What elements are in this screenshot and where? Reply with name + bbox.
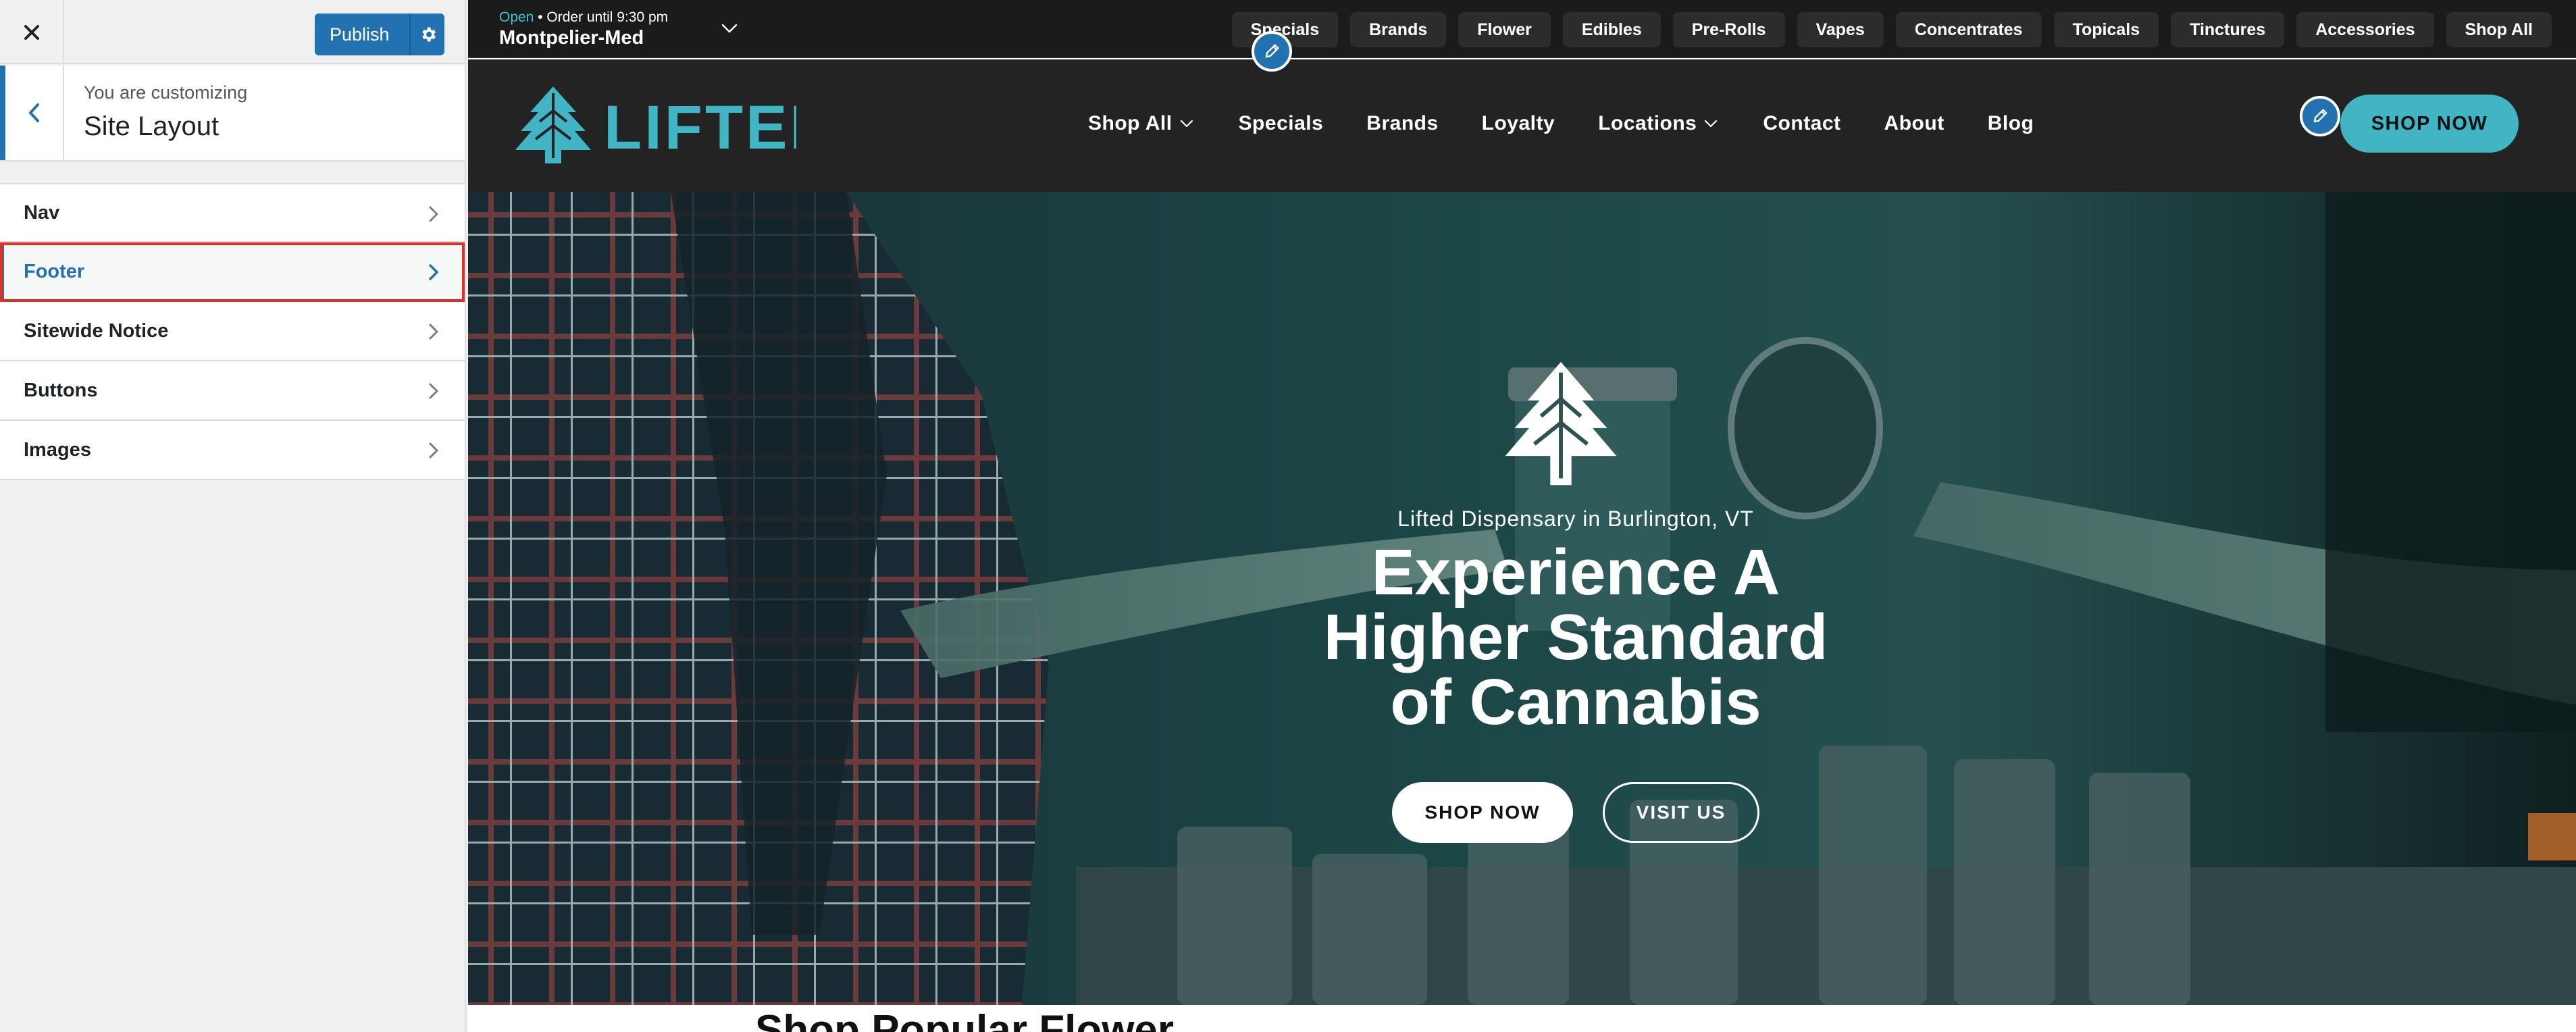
pencil-icon [2313, 109, 2327, 123]
pencil-icon [1265, 44, 1279, 58]
section-label: Footer [24, 260, 85, 282]
main-nav: LIFTED Shop All Specials Brands Loyalty … [468, 59, 2576, 192]
category-link-edibles[interactable]: Edibles [1562, 12, 1661, 47]
section-nav[interactable]: Nav [0, 183, 465, 242]
logo-text: LIFTED [604, 93, 796, 162]
popular-flower-heading: Shop Popular Flower [755, 1007, 1175, 1032]
chevron-right-icon [429, 324, 438, 340]
chevron-down-icon[interactable] [717, 16, 742, 41]
category-link-pre-rolls[interactable]: Pre-Rolls [1672, 12, 1785, 47]
hero-shop-now-button[interactable]: SHOP NOW [1392, 782, 1573, 843]
tree-logo-icon: LIFTED [515, 86, 835, 163]
hero-title-line: of Cannabis [1390, 666, 1761, 738]
nav-item-blog[interactable]: Blog [1988, 112, 2034, 135]
gear-icon [421, 27, 436, 42]
shop-now-button[interactable]: SHOP NOW [2340, 95, 2519, 153]
chevron-down-icon [1705, 120, 1718, 128]
section-label: Sitewide Notice [24, 319, 169, 342]
section-list: Nav Footer Sitewide Notice Buttons Image… [0, 183, 465, 480]
category-link-brands[interactable]: Brands [1350, 12, 1447, 47]
customizer-sidebar: Publish You are customizing Site Layout … [0, 0, 466, 1032]
site-logo[interactable]: LIFTED [513, 84, 835, 165]
nav-menu: Shop All Specials Brands Loyalty Locatio… [1088, 112, 2077, 135]
chevron-right-icon [429, 264, 438, 280]
nav-item-brands[interactable]: Brands [1366, 112, 1438, 135]
store-open-status: Open [499, 9, 534, 25]
chevron-right-icon [429, 206, 438, 222]
section-label: Buttons [24, 379, 98, 401]
category-link-accessories[interactable]: Accessories [2296, 12, 2434, 47]
nav-item-loyalty[interactable]: Loyalty [1482, 112, 1555, 135]
category-link-vapes[interactable]: Vapes [1797, 12, 1884, 47]
store-status: Open • Order until 9:30 pm [499, 9, 668, 26]
nav-item-specials[interactable]: Specials [1239, 112, 1324, 135]
nav-item-locations[interactable]: Locations [1598, 112, 1720, 135]
nav-item-shop-all[interactable]: Shop All [1088, 112, 1195, 135]
publish-settings-button[interactable] [411, 14, 444, 55]
close-icon [24, 24, 39, 40]
category-links: Specials Brands Flower Edibles Pre-Rolls… [1231, 12, 2552, 47]
chevron-right-icon [429, 442, 438, 459]
section-images[interactable]: Images [0, 421, 465, 480]
hero-subtitle: Lifted Dispensary in Burlington, VT [1397, 507, 1754, 531]
category-link-shop-all[interactable]: Shop All [2446, 12, 2552, 47]
edit-shortcut-button[interactable] [2300, 96, 2340, 136]
category-link-flower[interactable]: Flower [1458, 12, 1551, 47]
publish-label: Publish [330, 24, 390, 45]
chevron-left-icon [28, 103, 39, 122]
hero-visit-us-button[interactable]: VISIT US [1603, 782, 1759, 843]
back-button[interactable] [0, 66, 64, 160]
store-topbar: Open • Order until 9:30 pm Montpelier-Me… [468, 0, 2576, 58]
customizing-label: You are customizing [84, 82, 248, 103]
edit-shortcut-button[interactable] [1252, 31, 1292, 72]
close-customizer-button[interactable] [0, 0, 64, 64]
section-buttons[interactable]: Buttons [0, 361, 465, 421]
publish-button[interactable]: Publish [315, 14, 444, 55]
hero-content: Lifted Dispensary in Burlington, VT Expe… [1225, 192, 1927, 1005]
section-sitewide-notice[interactable]: Sitewide Notice [0, 302, 465, 361]
category-link-topicals[interactable]: Topicals [2053, 12, 2159, 47]
hero-title-line: Higher Standard [1323, 601, 1828, 673]
section-label: Images [24, 438, 91, 461]
site-preview: Open • Order until 9:30 pm Montpelier-Me… [468, 0, 2576, 1032]
hero-buttons: SHOP NOW VISIT US [1225, 782, 1927, 843]
hero-title: Experience A Higher Standard of Cannabis [1225, 540, 1927, 735]
hero-title-line: Experience A [1371, 536, 1780, 609]
panel-header: You are customizing Site Layout [0, 66, 465, 161]
chevron-down-icon [1180, 120, 1193, 128]
publish-divider [409, 14, 411, 55]
category-link-tinctures[interactable]: Tinctures [2171, 12, 2285, 47]
category-link-concentrates[interactable]: Concentrates [1895, 12, 2042, 47]
section-label: Nav [24, 201, 60, 224]
customizer-header: Publish [0, 0, 465, 64]
section-footer[interactable]: Footer [0, 242, 465, 302]
chevron-right-icon [429, 383, 438, 399]
store-name[interactable]: Montpelier-Med [499, 27, 644, 49]
hero-section: Lifted Dispensary in Burlington, VT Expe… [468, 192, 2576, 1005]
nav-label: Shop All [1088, 112, 1173, 134]
panel-title: Site Layout [84, 111, 220, 141]
nav-item-about[interactable]: About [1884, 112, 1944, 135]
tree-logo-icon [1505, 361, 1617, 486]
nav-item-contact[interactable]: Contact [1763, 112, 1840, 135]
nav-label: Locations [1598, 112, 1697, 134]
store-order-until: • Order until 9:30 pm [534, 9, 669, 25]
